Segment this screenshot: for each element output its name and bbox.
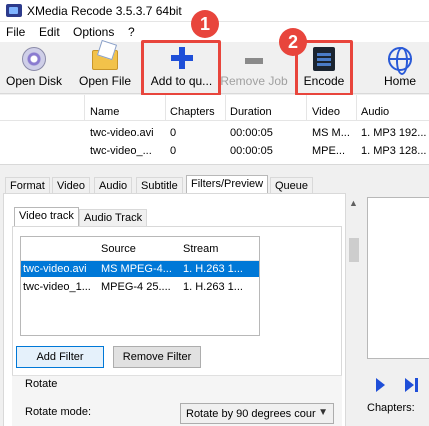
col-chapters[interactable]: Chapters (170, 106, 215, 118)
file-list-header: Name Chapters Duration Video Audio (0, 95, 429, 121)
file-cell-duration: 00:00:05 (230, 127, 273, 139)
remove-job-label: Remove Job (220, 74, 288, 88)
menu-help[interactable]: ? (128, 25, 135, 39)
track-cell-stream: 1. H.263 1... (183, 281, 243, 293)
home-label: Home (383, 74, 416, 88)
tab-audio[interactable]: Audio (94, 177, 133, 194)
disk-icon (22, 47, 46, 71)
col-divider (306, 95, 307, 121)
menu-edit[interactable]: Edit (39, 25, 60, 39)
track-list-header: Source Stream (21, 237, 259, 261)
col-name[interactable]: Name (90, 106, 119, 118)
file-list[interactable]: Name Chapters Duration Video Audio twc-v… (0, 95, 429, 165)
main-tabs: Format Video Audio Subtitle Filters/Prev… (0, 175, 340, 194)
panel-scrollbar[interactable]: ▲ (346, 196, 362, 426)
file-cell-audio: 1. MP3 128... (361, 145, 427, 157)
preview-area (367, 197, 429, 359)
file-cell-video: MS M... (312, 127, 350, 139)
track-cell-source: MS MPEG-4... (101, 263, 172, 275)
file-cell-chapters: 0 (170, 145, 177, 157)
scroll-thumb[interactable] (349, 238, 359, 262)
track-cell-name: twc-video_1... (23, 281, 91, 293)
rotate-mode-select[interactable]: Rotate by 90 degrees cour ▼ (180, 403, 334, 424)
open-disk-button[interactable]: Open Disk (0, 42, 68, 94)
window-title: XMedia Recode 3.5.3.7 64bit (27, 4, 182, 18)
play-icon[interactable] (376, 378, 385, 392)
col-audio[interactable]: Audio (361, 106, 389, 118)
open-disk-label: Open Disk (5, 74, 63, 88)
app-icon (6, 4, 22, 17)
highlight-add-to-queue (141, 40, 221, 96)
rotate-group-label: Rotate (25, 378, 58, 390)
tab-format[interactable]: Format (5, 177, 50, 194)
open-file-label: Open File (78, 74, 132, 88)
file-cell-name: twc-video_... (90, 145, 152, 157)
track-list[interactable]: Source Stream twc-video.avi MS MPEG-4...… (20, 236, 260, 336)
track-cell-stream: 1. H.263 1... (183, 263, 243, 275)
col-stream[interactable]: Stream (183, 243, 218, 255)
next-chapter-icon[interactable] (405, 378, 421, 392)
col-duration[interactable]: Duration (230, 106, 272, 118)
col-divider (165, 95, 166, 121)
step-badge-2: 2 (279, 28, 307, 56)
globe-icon (388, 47, 412, 75)
chapters-label: Chapters: (367, 402, 415, 414)
home-button[interactable]: Home (372, 42, 428, 94)
remove-job-button[interactable]: Remove Job (219, 42, 289, 94)
menu-options[interactable]: Options (73, 25, 114, 39)
file-cell-chapters: 0 (170, 127, 177, 139)
folder-icon (92, 50, 118, 70)
tab-audio-track[interactable]: Audio Track (79, 209, 148, 227)
tab-video[interactable]: Video (52, 177, 90, 194)
track-cell-source: MPEG-4 25.... (101, 281, 171, 293)
track-cell-name: twc-video.avi (23, 263, 87, 275)
file-cell-audio: 1. MP3 192... (361, 127, 427, 139)
col-divider (356, 95, 357, 121)
track-row[interactable]: twc-video_1... MPEG-4 25.... 1. H.263 1.… (21, 279, 259, 295)
rotate-mode-label: Rotate mode: (25, 406, 92, 418)
track-row[interactable]: twc-video.avi MS MPEG-4... 1. H.263 1... (21, 261, 259, 277)
add-filter-button[interactable]: Add Filter (16, 346, 104, 368)
tab-filters-preview[interactable]: Filters/Preview (186, 175, 269, 194)
col-source[interactable]: Source (101, 243, 136, 255)
file-cell-video: MPE... (312, 145, 346, 157)
menu-file[interactable]: File (6, 25, 25, 39)
scroll-up-icon[interactable]: ▲ (349, 198, 358, 208)
minus-icon (245, 58, 263, 64)
open-file-button[interactable]: Open File (72, 42, 138, 94)
col-video[interactable]: Video (312, 106, 340, 118)
file-cell-duration: 00:00:05 (230, 145, 273, 157)
col-divider (225, 95, 226, 121)
tab-queue[interactable]: Queue (270, 177, 314, 194)
step-badge-1: 1 (191, 10, 219, 38)
rotate-mode-value: Rotate by 90 degrees cour (186, 408, 316, 420)
file-cell-name: twc-video.avi (90, 127, 154, 139)
chevron-down-icon: ▼ (318, 407, 328, 418)
col-divider (84, 95, 85, 121)
tab-video-track[interactable]: Video track (14, 207, 79, 227)
remove-filter-button[interactable]: Remove Filter (113, 346, 201, 368)
tab-subtitle[interactable]: Subtitle (136, 177, 183, 194)
